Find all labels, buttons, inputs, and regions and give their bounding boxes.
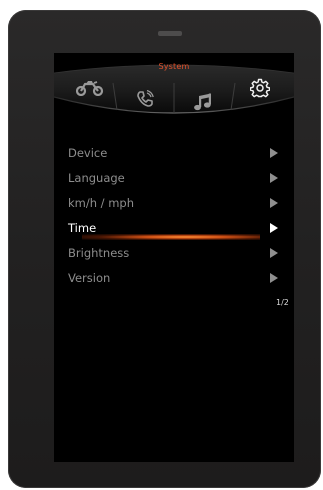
chevron-right-icon [270, 198, 278, 208]
gear-icon [249, 78, 271, 98]
chevron-right-icon [270, 273, 278, 283]
chevron-right-icon [270, 148, 278, 158]
display-screen: System Device Language km/h / mph Time B… [54, 53, 294, 462]
speaker-slot [158, 31, 182, 36]
page-indicator: 1/2 [276, 298, 289, 307]
tab-settings[interactable] [249, 78, 271, 98]
menu-item-version[interactable]: Version [54, 266, 294, 291]
menu-item-label: km/h / mph [68, 196, 135, 210]
menu-item-device[interactable]: Device [54, 141, 294, 166]
tab-phone[interactable] [136, 89, 154, 108]
tab-music[interactable] [193, 93, 213, 111]
menu-item-language[interactable]: Language [54, 166, 294, 191]
menu-item-time[interactable]: Time [54, 216, 294, 241]
screen-title: System [158, 62, 190, 71]
menu-item-label: Device [68, 146, 108, 160]
chevron-right-icon [270, 223, 278, 233]
music-note-icon [194, 93, 211, 111]
settings-menu: Device Language km/h / mph Time Brightne… [54, 141, 294, 291]
motorcycle-icon [75, 81, 104, 97]
menu-item-label: Language [68, 171, 125, 185]
tab-motorcycle[interactable] [75, 80, 104, 97]
menu-item-label: Brightness [68, 246, 130, 260]
menu-item-label: Time [68, 221, 97, 235]
menu-item-label: Version [68, 271, 111, 285]
chevron-right-icon [270, 173, 278, 183]
selection-highlight [82, 234, 260, 240]
menu-item-units[interactable]: km/h / mph [54, 191, 294, 216]
menu-item-brightness[interactable]: Brightness [54, 241, 294, 266]
device-frame: System Device Language km/h / mph Time B… [8, 10, 321, 488]
chevron-right-icon [270, 248, 278, 258]
phone-icon [137, 89, 154, 107]
